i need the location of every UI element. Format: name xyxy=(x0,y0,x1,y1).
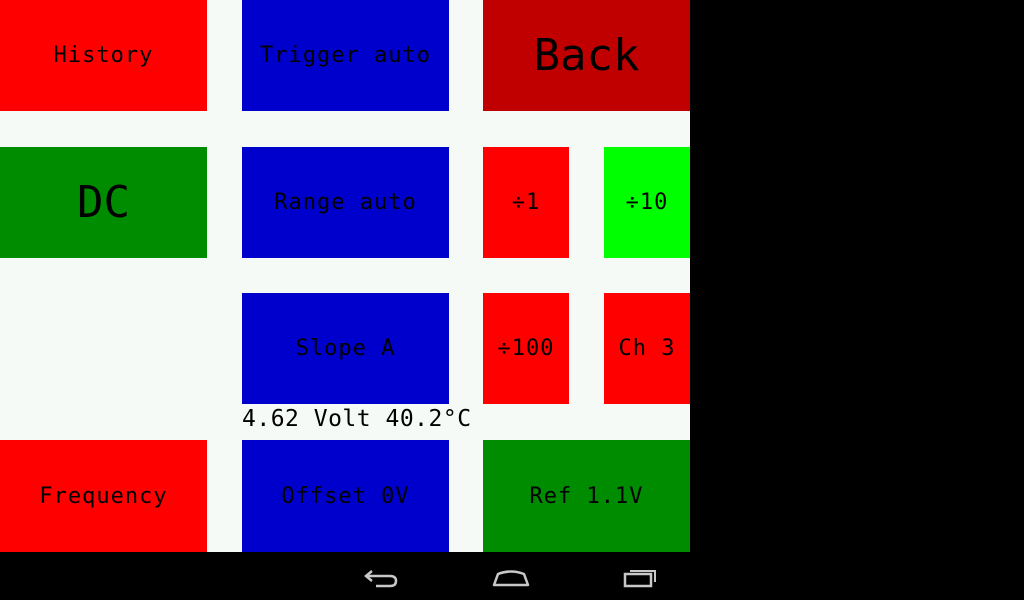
voltage-temperature-readout: 4.62 Volt 40.2°C xyxy=(242,406,472,432)
divider-100-button[interactable]: ÷100 xyxy=(483,293,569,404)
range-button[interactable]: Range auto xyxy=(242,147,449,258)
frequency-button[interactable]: Frequency xyxy=(0,440,207,552)
history-button[interactable]: History xyxy=(0,0,207,111)
system-navigation-bar xyxy=(0,552,1024,600)
offset-button[interactable]: Offset 0V xyxy=(242,440,449,552)
divider-1-button[interactable]: ÷1 xyxy=(483,147,569,258)
back-button[interactable]: Back xyxy=(483,0,690,111)
nav-recent-apps-button[interactable] xyxy=(616,560,664,594)
reference-button[interactable]: Ref 1.1V xyxy=(483,440,690,552)
empty-right-pane xyxy=(690,0,1024,552)
coupling-dc-button[interactable]: DC xyxy=(0,147,207,258)
slope-button[interactable]: Slope A xyxy=(242,293,449,404)
back-icon xyxy=(364,570,398,588)
settings-screen: History Trigger auto Back DC Range auto … xyxy=(0,0,690,552)
nav-back-button[interactable] xyxy=(358,560,406,594)
channel-button[interactable]: Ch 3 xyxy=(604,293,690,404)
recent-apps-icon xyxy=(623,570,656,588)
nav-home-button[interactable] xyxy=(487,560,535,594)
trigger-button[interactable]: Trigger auto xyxy=(242,0,449,111)
divider-10-button[interactable]: ÷10 xyxy=(604,147,690,258)
home-icon xyxy=(492,570,530,587)
